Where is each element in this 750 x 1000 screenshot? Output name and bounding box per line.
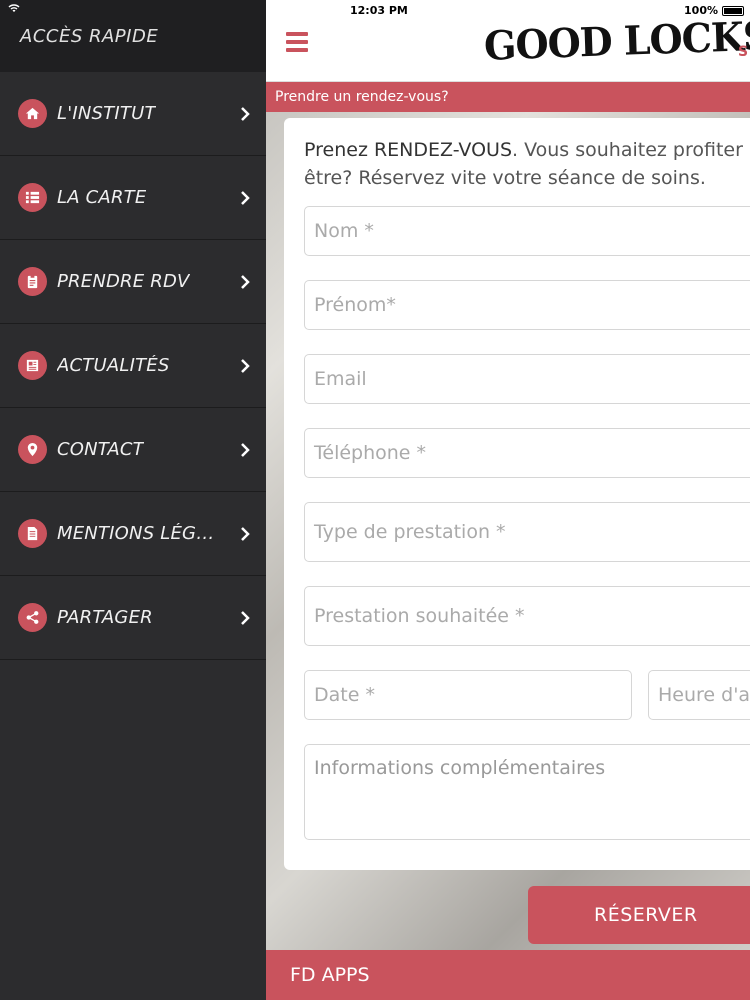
chevron-right-icon — [241, 106, 250, 121]
footer-label: FD APPS — [266, 950, 750, 1000]
chevron-right-icon — [241, 442, 250, 457]
intro-line2: être? Réservez vite votre séance de soin… — [304, 167, 706, 189]
intro-line1: . Vous souhaitez profiter — [512, 139, 743, 161]
logo-suffix: S — [738, 44, 749, 60]
status-time: 12:03 PM — [350, 4, 408, 17]
sidebar: ACCÈS RAPIDE L'INSTITUT LA CARTE PRENDRE… — [0, 0, 266, 1000]
informations-textarea[interactable]: Informations complémentaires — [304, 744, 750, 840]
hamburger-menu-icon[interactable] — [286, 32, 308, 52]
sidebar-item-institut[interactable]: L'INSTITUT — [0, 72, 266, 156]
app-logo: GOOD LOCKS — [483, 11, 750, 70]
sidebar-item-actualites[interactable]: ACTUALITÉS — [0, 324, 266, 408]
sidebar-item-partager[interactable]: PARTAGER — [0, 576, 266, 660]
top-bar: GOOD LOCKS S — [266, 12, 750, 82]
sidebar-item-label: CONTACT — [57, 439, 144, 460]
intro-bold: Prenez RENDEZ-VOUS — [304, 139, 513, 161]
sidebar-item-carte[interactable]: LA CARTE — [0, 156, 266, 240]
telephone-field[interactable]: Téléphone * — [304, 428, 750, 478]
clipboard-icon — [18, 267, 47, 296]
sidebar-title: ACCÈS RAPIDE — [20, 25, 159, 47]
type-prestation-select[interactable]: Type de prestation * — [304, 502, 750, 562]
chevron-right-icon — [241, 610, 250, 625]
date-field[interactable]: Date * — [304, 670, 632, 720]
sidebar-item-mentions-legales[interactable]: MENTIONS LÉGA... — [0, 492, 266, 576]
chevron-right-icon — [241, 526, 250, 541]
home-icon — [18, 99, 47, 128]
prestation-souhaitee-select[interactable]: Prestation souhaitée * — [304, 586, 750, 646]
reserver-button[interactable]: RÉSERVER — [528, 886, 750, 944]
form-intro: Prenez RENDEZ-VOUS. Vous souhaitez profi… — [304, 136, 750, 192]
location-pin-icon — [18, 435, 47, 464]
sidebar-item-label: PARTAGER — [57, 607, 153, 628]
page-subtitle: Prendre un rendez-vous? — [266, 82, 750, 112]
sidebar-item-prendre-rdv[interactable]: PRENDRE RDV — [0, 240, 266, 324]
chevron-right-icon — [241, 190, 250, 205]
chevron-right-icon — [241, 274, 250, 289]
chevron-right-icon — [241, 358, 250, 373]
sidebar-item-label: ACTUALITÉS — [57, 355, 170, 376]
sidebar-header: ACCÈS RAPIDE — [0, 0, 266, 72]
sidebar-item-label: PRENDRE RDV — [57, 271, 190, 292]
heure-field[interactable]: Heure d'a — [648, 670, 750, 720]
main-content: 12:03 PM 100% GOOD LOCKS S Prendre un re… — [266, 0, 750, 1000]
nom-field[interactable]: Nom * — [304, 206, 750, 256]
sidebar-item-contact[interactable]: CONTACT — [0, 408, 266, 492]
sidebar-item-label: LA CARTE — [57, 187, 147, 208]
share-icon — [18, 603, 47, 632]
sidebar-item-label: L'INSTITUT — [57, 103, 156, 124]
document-icon — [18, 519, 47, 548]
wifi-icon — [8, 4, 20, 16]
booking-form: Prenez RENDEZ-VOUS. Vous souhaitez profi… — [284, 118, 750, 870]
list-icon — [18, 183, 47, 212]
newspaper-icon — [18, 351, 47, 380]
email-field[interactable]: Email — [304, 354, 750, 404]
sidebar-item-label: MENTIONS LÉGA... — [57, 523, 222, 544]
prenom-field[interactable]: Prénom* — [304, 280, 750, 330]
